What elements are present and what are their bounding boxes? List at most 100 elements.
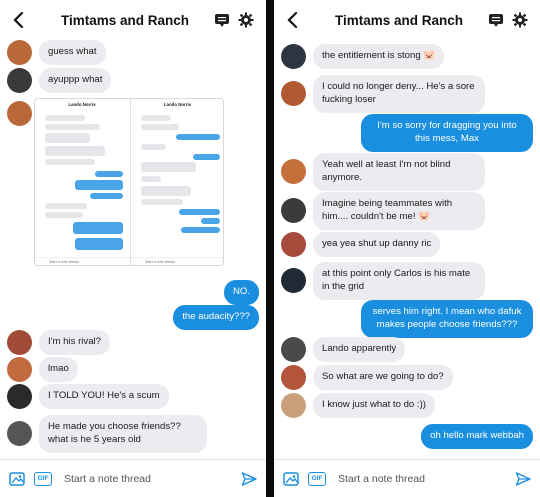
screenshot-attachment[interactable]: Lando Norris Start a note thread Lando N… [34, 98, 224, 266]
attachment-right-screen: Lando Norris Start a note thread [130, 99, 223, 265]
message-row: Imagine being teammates with him.... cou… [281, 192, 485, 230]
mini-bubble [75, 180, 123, 190]
mini-bubble [201, 218, 220, 224]
mini-bubble [141, 162, 196, 172]
chat-header: Timtams and Ranch [0, 0, 266, 40]
back-chevron-icon[interactable] [8, 9, 30, 31]
mini-bubble [90, 193, 123, 199]
chat-title: Timtams and Ranch [60, 12, 190, 28]
avatar [281, 159, 306, 185]
message-row: oh hello mark webbah [421, 424, 533, 449]
message-row: yea yea shut up danny ric [281, 232, 441, 257]
message-bubble: Lando apparently [313, 337, 406, 362]
send-icon[interactable] [514, 470, 532, 488]
message-bubble: I know just what to do :)) [313, 393, 435, 418]
avatar [7, 101, 32, 126]
message-row: I could no longer deny... He's a sore fu… [281, 75, 485, 113]
message-thread: the entitlement is stong 🐷 I could no lo… [274, 40, 540, 459]
mini-bubble [141, 144, 166, 150]
message-row: guess what [7, 40, 106, 65]
message-row: I know just what to do :)) [281, 393, 435, 418]
message-row: He made you choose friends?? what is he … [7, 415, 207, 453]
avatar [7, 357, 32, 382]
mini-bubble [179, 209, 220, 215]
message-bubble: guess what [39, 40, 106, 65]
chat-panel-right: Timtams and Ranch the entitlement is sto… [274, 0, 540, 497]
avatar [7, 68, 32, 93]
chat-title: Timtams and Ranch [334, 12, 464, 28]
avatar [7, 330, 32, 355]
avatar [281, 365, 306, 390]
message-bubble: yea yea shut up danny ric [313, 232, 441, 257]
message-bubble: So what are we going to do? [313, 365, 453, 390]
message-row: So what are we going to do? [281, 365, 453, 390]
message-bubble: ayuppp what [39, 68, 112, 93]
notes-icon[interactable] [210, 8, 234, 32]
message-bubble: lmao [39, 357, 78, 382]
mini-bubble [141, 124, 179, 130]
message-row: the entitlement is stong 🐷 [281, 44, 445, 69]
mini-bubble [45, 159, 95, 165]
mini-bubble [45, 133, 90, 143]
notes-icon[interactable] [484, 8, 508, 32]
send-icon[interactable] [240, 470, 258, 488]
attachment-left-screen: Lando Norris Start a note thread [35, 99, 129, 265]
message-row: ayuppp what [7, 68, 112, 93]
message-bubble: I'm so sorry for dragging you into this … [361, 114, 533, 152]
message-bubble: Imagine being teammates with him.... cou… [313, 192, 485, 230]
message-row: at this point only Carlos is his mate in… [281, 262, 485, 300]
gif-icon[interactable]: GIF [308, 471, 326, 486]
back-chevron-icon[interactable] [282, 9, 304, 31]
message-row: NO. [223, 280, 259, 305]
mini-bubble [193, 154, 220, 160]
message-bubble: NO. [223, 280, 259, 305]
message-row: Lando apparently [281, 337, 406, 362]
avatar [281, 393, 306, 418]
mini-bubble [181, 227, 220, 233]
message-bubble: He made you choose friends?? what is he … [39, 415, 207, 453]
mini-bubble [45, 115, 85, 121]
screenshot-stage: Timtams and Ranch guess what ayuppp what… [0, 0, 540, 497]
avatar [281, 232, 306, 257]
image-icon[interactable] [282, 470, 300, 488]
avatar [7, 421, 32, 447]
message-row: serves him right. I mean who dafuk makes… [361, 300, 533, 338]
message-bubble: I'm his rival? [39, 330, 111, 355]
message-row: I'm his rival? [7, 330, 111, 355]
gif-icon[interactable]: GIF [34, 471, 52, 486]
attachment-composer: Start a note thread [35, 257, 129, 265]
mini-bubble [176, 134, 220, 140]
message-bubble: at this point only Carlos is his mate in… [313, 262, 485, 300]
message-bubble: the audacity??? [173, 305, 259, 330]
avatar [281, 337, 306, 362]
image-icon[interactable] [8, 470, 26, 488]
note-thread-input[interactable]: Start a note thread [338, 473, 506, 485]
composer-bar: GIF Start a note thread [274, 459, 540, 497]
message-row: Yeah well at least I'm not blind anymore… [281, 153, 485, 191]
avatar [281, 81, 306, 107]
mini-bubble [95, 171, 123, 177]
message-row: the audacity??? [173, 305, 259, 330]
message-bubble: the entitlement is stong 🐷 [313, 44, 445, 69]
note-thread-input[interactable]: Start a note thread [64, 473, 232, 485]
message-row: I TOLD YOU! He's a scum [7, 384, 169, 409]
attachment-title: Lando Norris [68, 102, 96, 107]
mini-bubble [141, 186, 191, 196]
message-bubble: I could no longer deny... He's a sore fu… [313, 75, 485, 113]
mini-bubble [75, 238, 123, 250]
mini-bubble [73, 222, 123, 234]
mini-bubble [141, 115, 171, 121]
avatar [281, 44, 306, 69]
chat-header: Timtams and Ranch [274, 0, 540, 40]
avatar [281, 198, 306, 224]
message-bubble: Yeah well at least I'm not blind anymore… [313, 153, 485, 191]
mini-bubble [141, 199, 183, 205]
avatar [281, 268, 306, 294]
message-row: I'm so sorry for dragging you into this … [361, 114, 533, 152]
message-bubble: oh hello mark webbah [421, 424, 533, 449]
message-bubble: I TOLD YOU! He's a scum [39, 384, 169, 409]
gear-icon[interactable] [234, 8, 258, 32]
chat-panel-left: Timtams and Ranch guess what ayuppp what… [0, 0, 266, 497]
gear-icon[interactable] [508, 8, 532, 32]
mini-bubble [45, 212, 83, 218]
